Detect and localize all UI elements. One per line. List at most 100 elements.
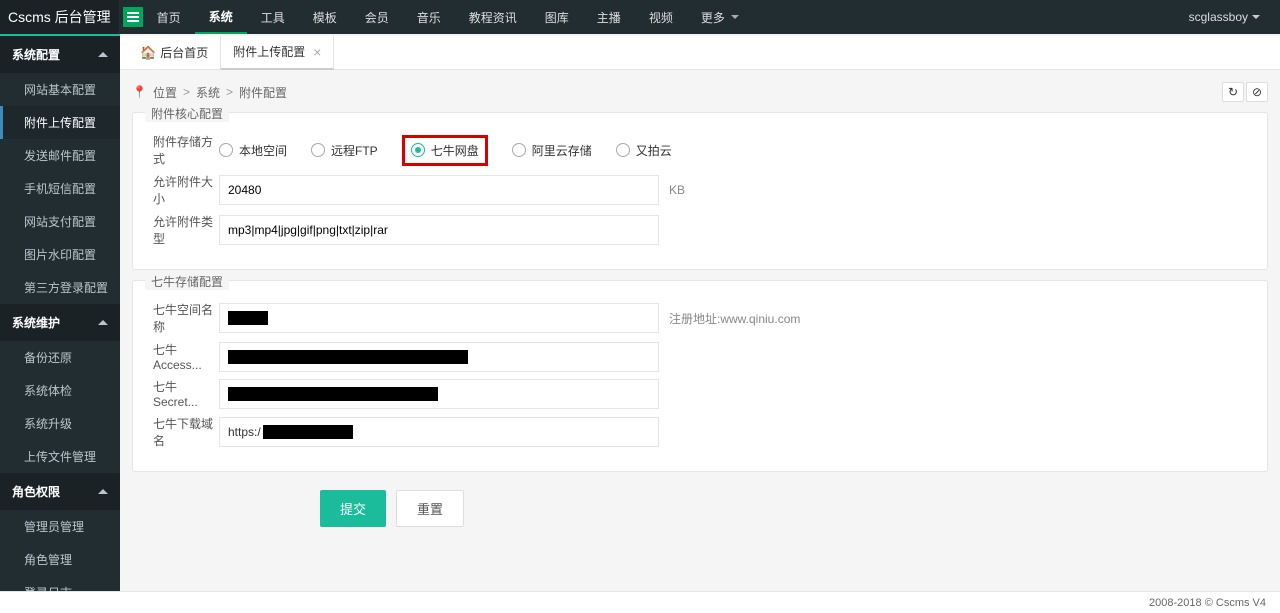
radio-label: 远程FTP	[331, 142, 378, 159]
sidebar-item-1-2[interactable]: 系统升级	[0, 407, 120, 440]
sidebar-item-2-2[interactable]: 登录日志	[0, 576, 120, 591]
footer-text: 2008-2018 © Cscms V4	[1149, 597, 1266, 609]
radio-label: 本地空间	[239, 142, 287, 159]
topnav-item-10[interactable]: 更多	[687, 0, 753, 34]
topnav-item-8[interactable]: 主播	[583, 0, 635, 34]
qiniu-space-hint: 注册地址:www.qiniu.com	[669, 310, 800, 327]
stop-button[interactable]: ⊘	[1246, 82, 1268, 102]
core-legend: 附件核心配置	[145, 105, 229, 122]
size-input[interactable]	[219, 175, 659, 205]
close-icon[interactable]: ×	[313, 44, 321, 60]
topnav-item-6[interactable]: 教程资讯	[455, 0, 531, 34]
breadcrumb-current: 附件配置	[239, 84, 287, 101]
storage-radio-3[interactable]: 阿里云存储	[512, 142, 592, 159]
topnav-item-1[interactable]: 系统	[195, 0, 247, 34]
sidebar-item-0-1[interactable]: 附件上传配置	[0, 106, 120, 139]
topnav-item-4[interactable]: 会员	[351, 0, 403, 34]
topbar: Cscms 后台管理 首页系统工具模板会员音乐教程资讯图库主播视频更多 scgl…	[0, 0, 1280, 34]
user-name: scglassboy	[1189, 10, 1248, 24]
sidebar-item-0-5[interactable]: 图片水印配置	[0, 238, 120, 271]
qiniu-secret-label: 七牛Secret...	[149, 378, 219, 409]
redacted-icon	[228, 387, 438, 401]
tab-label: 附件上传配置	[233, 43, 305, 60]
storage-radio-2[interactable]: 七牛网盘	[411, 142, 479, 159]
sidebar-item-2-0[interactable]: 管理员管理	[0, 510, 120, 543]
sidebar-item-0-3[interactable]: 手机短信配置	[0, 172, 120, 205]
sidebar-header-2[interactable]: 角色权限	[0, 473, 120, 510]
qiniu-access-label: 七牛Access...	[149, 341, 219, 372]
storage-radio-0[interactable]: 本地空间	[219, 142, 287, 159]
topnav-item-0[interactable]: 首页	[143, 0, 195, 34]
radio-icon	[411, 143, 425, 157]
refresh-icon: ↻	[1228, 85, 1238, 99]
storage-radio-1[interactable]: 远程FTP	[311, 142, 378, 159]
tab-0[interactable]: 🏠后台首页	[128, 36, 221, 70]
radio-label: 又拍云	[636, 142, 672, 159]
redacted-icon	[263, 425, 353, 439]
qiniu-domain-label: 七牛下载域名	[149, 415, 219, 449]
qiniu-domain-input[interactable]: https:/	[219, 417, 659, 447]
submit-button[interactable]: 提交	[320, 490, 386, 527]
home-icon: 🏠	[140, 45, 156, 61]
radio-label: 七牛网盘	[431, 142, 479, 159]
storage-radio-4[interactable]: 又拍云	[616, 142, 672, 159]
chevron-down-icon	[731, 15, 739, 19]
highlight-box: 七牛网盘	[402, 135, 488, 166]
refresh-button[interactable]: ↻	[1222, 82, 1244, 102]
footer: 2008-2018 © Cscms V4	[0, 591, 1280, 613]
tab-1[interactable]: 附件上传配置 ×	[221, 36, 334, 70]
breadcrumb-prefix: 位置	[153, 84, 177, 101]
breadcrumb-system: 系统	[196, 84, 220, 101]
sidebar: 系统配置网站基本配置附件上传配置发送邮件配置手机短信配置网站支付配置图片水印配置…	[0, 36, 120, 591]
content-area: 🏠后台首页附件上传配置× 📍位置 > 系统 > 附件配置 ↻ ⊘ 附件核心配置	[120, 36, 1280, 591]
sidebar-item-0-2[interactable]: 发送邮件配置	[0, 139, 120, 172]
top-nav: 首页系统工具模板会员音乐教程资讯图库主播视频更多	[143, 0, 1169, 34]
sidebar-header-0[interactable]: 系统配置	[0, 36, 120, 73]
topnav-item-9[interactable]: 视频	[635, 0, 687, 34]
user-menu[interactable]: scglassboy	[1169, 0, 1280, 34]
reset-button[interactable]: 重置	[396, 490, 464, 527]
sidebar-item-0-6[interactable]: 第三方登录配置	[0, 271, 120, 304]
topnav-item-2[interactable]: 工具	[247, 0, 299, 34]
topnav-item-3[interactable]: 模板	[299, 0, 351, 34]
sidebar-item-1-3[interactable]: 上传文件管理	[0, 440, 120, 473]
size-unit: KB	[669, 183, 685, 197]
size-label: 允许附件大小	[149, 173, 219, 207]
core-fieldset: 附件核心配置 附件存储方式 本地空间远程FTP七牛网盘阿里云存储又拍云 允许附件…	[132, 112, 1268, 270]
hamburger-icon	[127, 16, 139, 18]
topnav-item-7[interactable]: 图库	[531, 0, 583, 34]
menu-toggle[interactable]	[123, 7, 143, 27]
type-input[interactable]	[219, 215, 659, 245]
qiniu-legend: 七牛存储配置	[145, 273, 229, 290]
sidebar-header-label: 系统维护	[12, 314, 60, 331]
tab-bar: 🏠后台首页附件上传配置×	[120, 36, 1280, 70]
location-icon: 📍	[132, 85, 147, 99]
brand-title: Cscms 后台管理	[0, 0, 119, 34]
qiniu-space-input[interactable]	[219, 303, 659, 333]
sidebar-item-2-1[interactable]: 角色管理	[0, 543, 120, 576]
sidebar-item-1-1[interactable]: 系统体检	[0, 374, 120, 407]
stop-icon: ⊘	[1252, 85, 1262, 99]
tab-label: 后台首页	[160, 44, 208, 61]
qiniu-access-input[interactable]	[219, 342, 659, 372]
domain-prefix: https:/	[228, 425, 261, 439]
topnav-item-5[interactable]: 音乐	[403, 0, 455, 34]
qiniu-fieldset: 七牛存储配置 七牛空间名称 注册地址:www.qiniu.com 七牛Acces…	[132, 280, 1268, 472]
sidebar-item-0-0[interactable]: 网站基本配置	[0, 73, 120, 106]
breadcrumb: 📍位置 > 系统 > 附件配置	[132, 84, 287, 101]
sidebar-item-0-4[interactable]: 网站支付配置	[0, 205, 120, 238]
sidebar-item-1-0[interactable]: 备份还原	[0, 341, 120, 374]
sidebar-header-label: 系统配置	[12, 46, 60, 63]
chevron-up-icon	[98, 320, 108, 325]
redacted-icon	[228, 350, 468, 364]
storage-label: 附件存储方式	[149, 133, 219, 167]
radio-icon	[311, 143, 325, 157]
radio-label: 阿里云存储	[532, 142, 592, 159]
qiniu-secret-input[interactable]	[219, 379, 659, 409]
type-label: 允许附件类型	[149, 213, 219, 247]
sidebar-header-1[interactable]: 系统维护	[0, 304, 120, 341]
radio-icon	[616, 143, 630, 157]
sidebar-header-label: 角色权限	[12, 483, 60, 500]
chevron-down-icon	[1252, 15, 1260, 19]
chevron-up-icon	[98, 489, 108, 494]
